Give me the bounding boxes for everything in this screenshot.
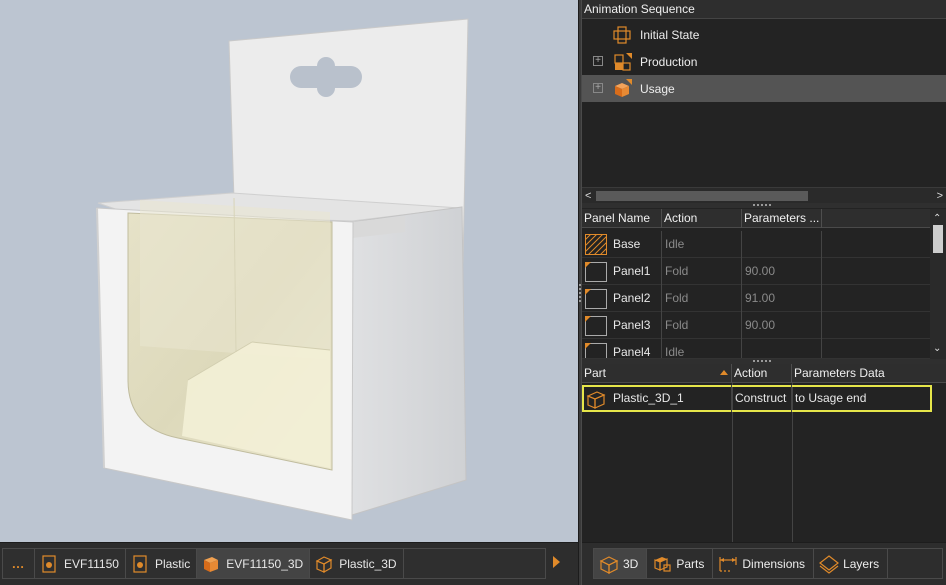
table-row[interactable]: Base Idle <box>582 231 930 258</box>
animation-item-label: Initial State <box>640 28 700 42</box>
part-table-header: Part Action Parameters Data <box>582 364 946 383</box>
part-name: Plastic_3D_1 <box>613 391 684 405</box>
right-panel: Animation Sequence Initial State + Produ… <box>582 0 946 585</box>
panel-table-vertical-scrollbar[interactable]: ⌃ ⌄ <box>930 209 946 359</box>
panel-square-icon <box>585 343 607 358</box>
document-icon <box>133 554 147 573</box>
tab-3d[interactable]: 3D <box>594 549 648 578</box>
scrollbar-thumb[interactable] <box>596 191 808 201</box>
panel-name: Panel4 <box>613 345 651 359</box>
sort-ascending-icon <box>720 370 728 375</box>
animation-horizontal-scrollbar[interactable]: < > <box>582 187 946 203</box>
panel-param: 90.00 <box>742 312 822 339</box>
production-icon <box>614 53 632 71</box>
doc-tab-plastic-3d[interactable]: Plastic_3D <box>310 549 404 578</box>
table-row[interactable]: Panel3 Fold 90.00 <box>582 312 930 339</box>
panel-action: Fold <box>662 312 742 339</box>
usage-box-icon <box>615 79 632 97</box>
animation-sequence-list: Initial State + Production + Usage <box>582 19 946 185</box>
doc-tab-label: Plastic <box>154 556 191 571</box>
column-header-action[interactable]: Action <box>662 209 742 228</box>
more-tabs-button[interactable]: … <box>3 549 35 578</box>
panel-name: Panel2 <box>613 291 651 305</box>
table-row[interactable]: Plastic_3D_1 Construct to Usage end <box>582 385 932 412</box>
panel-param <box>742 231 822 258</box>
scroll-left-icon[interactable]: < <box>585 190 591 202</box>
animation-item-usage[interactable]: + Usage <box>582 75 946 102</box>
tab-label: Parts <box>676 556 705 571</box>
doc-tab-plastic[interactable]: Plastic <box>126 549 198 578</box>
column-header-parameters[interactable]: Parameters ... <box>742 209 822 228</box>
panel-action: Idle <box>662 339 742 358</box>
column-header-part[interactable]: Part <box>582 364 732 383</box>
document-tab-bar: … EVF11150 Plastic EVF11150_3D Plastic_3… <box>0 542 578 585</box>
tab-label: Dimensions <box>742 556 806 571</box>
panel-action: Idle <box>662 231 742 258</box>
view-tab-bar: 3D Parts Dimensions Layers <box>582 542 946 585</box>
part-param: to Usage end <box>795 391 867 405</box>
3d-viewport[interactable] <box>0 0 578 542</box>
box-3d-icon <box>204 556 219 572</box>
table-row[interactable]: Panel1 Fold 90.00 <box>582 258 930 285</box>
doc-tab-label: EVF11150_3D <box>226 556 304 571</box>
table-row[interactable]: Panel4 Idle <box>582 339 930 359</box>
panel-param: 91.00 <box>742 285 822 312</box>
tab-dimensions[interactable]: Dimensions <box>713 549 815 578</box>
doc-tab-label: EVF11150 <box>64 556 119 571</box>
table-row[interactable]: Panel2 Fold 91.00 <box>582 285 930 312</box>
tab-parts[interactable]: Parts <box>647 549 714 578</box>
animation-item-label: Usage <box>640 82 675 96</box>
document-icon <box>42 554 56 573</box>
expand-icon[interactable]: + <box>593 56 603 66</box>
panel-name: Panel3 <box>613 318 651 332</box>
panel-square-icon <box>585 316 607 336</box>
animation-sequence-header: Animation Sequence <box>582 0 946 19</box>
horizontal-splitter[interactable] <box>582 203 946 208</box>
animation-item-initial-state[interactable]: Initial State <box>582 21 946 48</box>
panel-param <box>742 339 822 358</box>
animation-item-production[interactable]: + Production <box>582 48 946 75</box>
scroll-tabs-right-icon[interactable] <box>553 556 560 568</box>
base-hatch-icon <box>585 234 607 255</box>
expand-icon[interactable]: + <box>593 83 603 93</box>
doc-tab-label: Plastic_3D <box>339 556 397 571</box>
parts-icon <box>654 556 671 572</box>
panel-square-icon <box>585 262 607 282</box>
plastic-3d-icon <box>315 555 333 573</box>
panel-name: Panel1 <box>613 264 651 278</box>
column-header-panel-name[interactable]: Panel Name <box>582 209 662 228</box>
dimensions-icon <box>719 556 737 572</box>
layers-icon <box>819 554 840 574</box>
initial-state-icon <box>613 26 631 44</box>
panel-table: Panel Name Action Parameters ... Base Id… <box>582 209 946 359</box>
column-header-parameters-data[interactable]: Parameters Data <box>792 364 932 383</box>
scrollbar-thumb[interactable] <box>933 225 943 253</box>
tab-layers[interactable]: Layers <box>814 549 889 578</box>
panel-name: Base <box>613 237 641 251</box>
box-3d-model[interactable] <box>0 0 578 542</box>
column-header-label: Part <box>584 366 607 380</box>
column-header-action[interactable]: Action <box>732 364 792 383</box>
animation-item-label: Production <box>640 55 698 69</box>
panel-action: Fold <box>662 285 742 312</box>
doc-tab-evf11150-3d[interactable]: EVF11150_3D <box>197 549 311 578</box>
plastic-part-icon <box>586 391 606 409</box>
tab-label: 3D <box>623 556 639 571</box>
tab-label: Layers <box>843 556 880 571</box>
part-table: Part Action Parameters Data Plastic_3D_1… <box>582 364 946 542</box>
cube-3d-icon <box>599 555 619 574</box>
doc-tab-evf11150[interactable]: EVF11150 <box>35 549 126 578</box>
part-action: Construct <box>732 385 792 412</box>
panel-square-icon <box>585 289 607 309</box>
panel-param: 90.00 <box>742 258 822 285</box>
scroll-down-icon[interactable]: ⌄ <box>933 343 941 354</box>
panel-table-header: Panel Name Action Parameters ... <box>582 209 946 228</box>
scroll-up-icon[interactable]: ⌃ <box>933 213 941 224</box>
panel-action: Fold <box>662 258 742 285</box>
scroll-right-icon[interactable]: > <box>937 190 943 202</box>
